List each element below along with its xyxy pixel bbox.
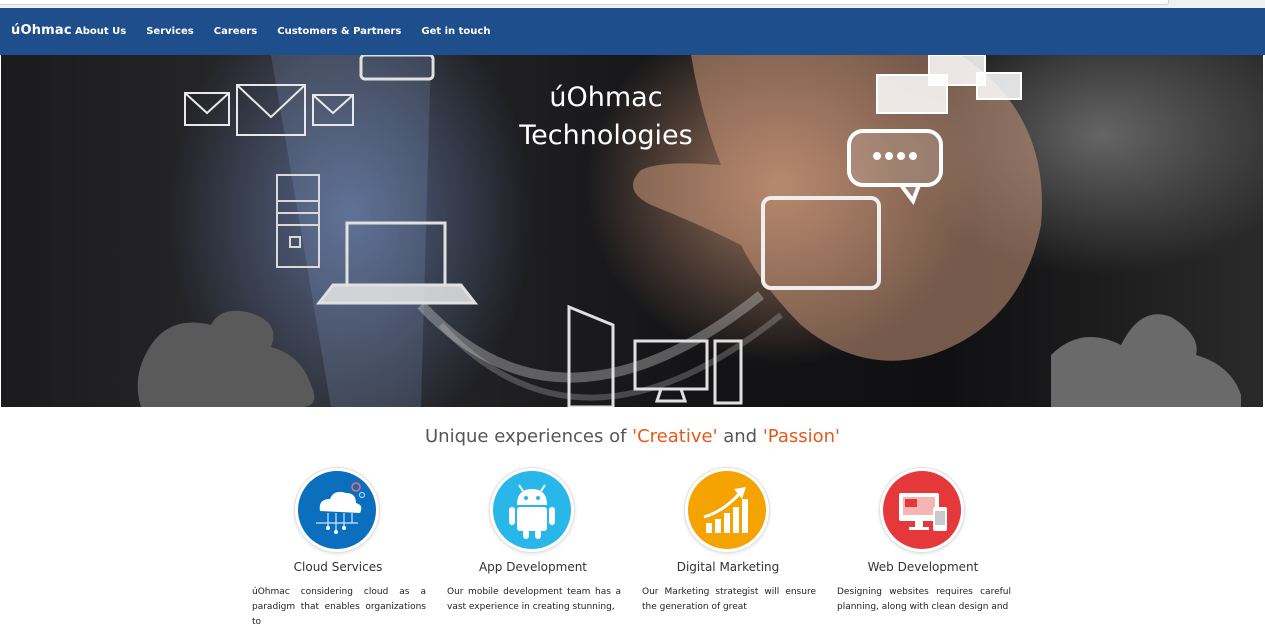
hero-title-line2: Technologies: [519, 120, 693, 151]
tagline-prefix: Unique experiences of: [425, 426, 633, 447]
service-icon-frame[interactable]: [880, 468, 964, 552]
nav-links: About Us Services Careers Customers & Pa…: [75, 26, 510, 37]
hero-title: úOhmac Technologies: [471, 79, 741, 155]
service-title: Cloud Services: [293, 560, 383, 574]
nav-link-get-in-touch[interactable]: Get in touch: [421, 26, 490, 37]
growth-chart-icon: [703, 487, 748, 533]
tagline-word-passion: 'Passion': [762, 426, 840, 447]
nav-link-careers[interactable]: Careers: [214, 26, 257, 37]
service-icon-frame[interactable]: [490, 468, 574, 552]
service-title: Digital Marketing: [676, 560, 780, 574]
brand-logo[interactable]: úOhmac: [11, 23, 72, 38]
service-title: App Development: [478, 560, 588, 574]
nav-link-services[interactable]: Services: [146, 26, 194, 37]
tagline-word-creative: 'Creative': [632, 426, 718, 447]
puzzle-piece-shape: [137, 310, 315, 407]
top-navbar: úOhmac About Us Services Careers Custome…: [0, 8, 1265, 55]
tagline-middle: and: [717, 426, 763, 447]
nav-link-about-us[interactable]: About Us: [75, 26, 126, 37]
service-description: úOhmac considering cloud as a paradigm t…: [252, 587, 426, 627]
tagline: Unique experiences of 'Creative' and 'Pa…: [0, 426, 1265, 447]
services-section: Cloud Services úOhmac considering cloud …: [250, 468, 1030, 627]
nav-link-customers-partners[interactable]: Customers & Partners: [277, 26, 401, 37]
service-icon-frame[interactable]: [295, 468, 379, 552]
android-icon: [509, 484, 555, 539]
service-icon-frame[interactable]: [685, 468, 769, 552]
service-title: Web Development: [867, 560, 979, 574]
cloud-icon: [316, 482, 366, 534]
hero-banner: úOhmac Technologies: [1, 55, 1263, 407]
devices-icon: [899, 493, 947, 531]
puzzle-piece-shape: [1051, 314, 1241, 407]
hero-title-line1: úOhmac: [549, 82, 663, 113]
